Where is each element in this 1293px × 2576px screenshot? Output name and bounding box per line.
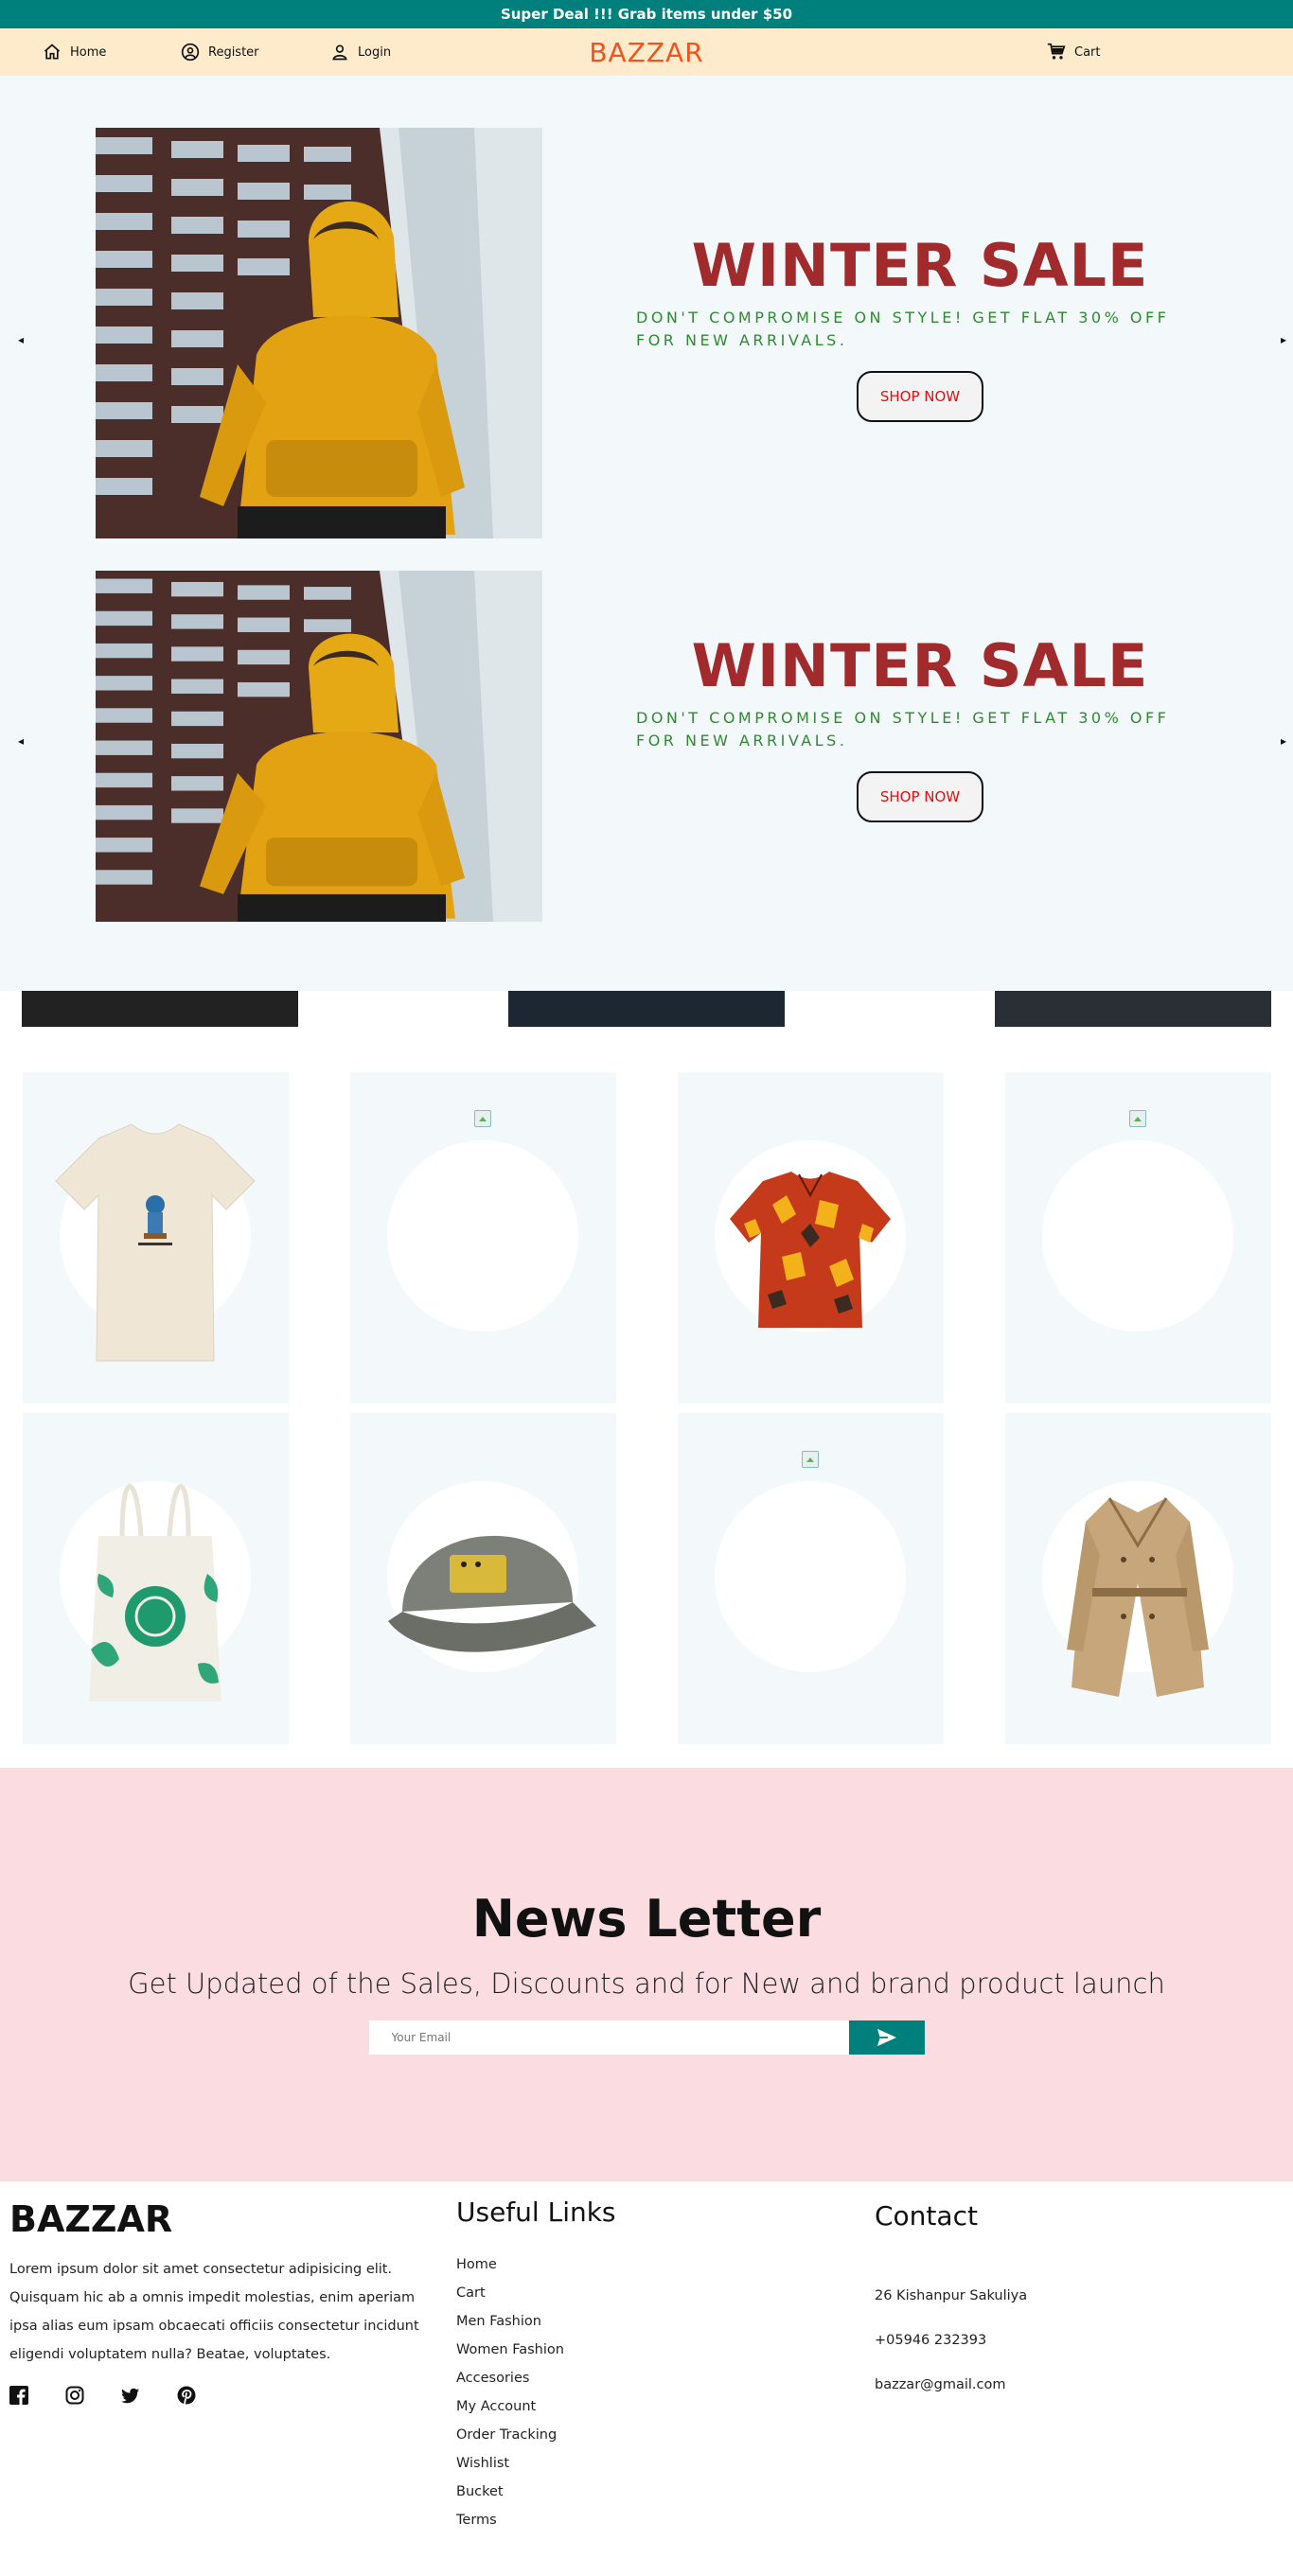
footer-brand: BAZZAR <box>9 2198 173 2240</box>
newsletter-subtitle: Get Updated of the Sales, Discounts and … <box>128 1967 1165 2000</box>
nav-login-label: Login <box>358 44 392 60</box>
nav-cart[interactable]: Cart <box>1047 28 1101 76</box>
footer-link-accessories[interactable]: Accesories <box>456 2364 616 2392</box>
broken-image-icon <box>802 1451 819 1468</box>
product-card[interactable] <box>678 1072 944 1403</box>
broken-image-icon <box>1129 1110 1146 1127</box>
hero-carousel: WINTER SALE Don't compromise on style! G… <box>0 76 1293 991</box>
footer-link-cart[interactable]: Cart <box>456 2279 616 2307</box>
pinterest-icon[interactable] <box>177 2386 196 2405</box>
product-grid <box>0 1027 1293 1744</box>
footer-link-women-fashion[interactable]: Women Fashion <box>456 2336 616 2364</box>
user-icon <box>332 44 347 61</box>
product-card[interactable] <box>678 1413 944 1744</box>
nav-cart-label: Cart <box>1074 44 1101 60</box>
carousel-prev-arrow-icon[interactable]: ◂ <box>13 733 28 749</box>
cart-icon <box>1047 43 1066 60</box>
carousel-prev-arrow-icon[interactable]: ◂ <box>13 332 28 347</box>
hero-text: WINTER SALE Don't compromise on style! G… <box>636 637 1204 822</box>
footer-links-list: Home Cart Men Fashion Women Fashion Acce… <box>456 2250 616 2534</box>
promo-banner: Super Deal !!! Grab items under $50 <box>0 0 1293 28</box>
hero-title: WINTER SALE <box>691 631 1149 700</box>
send-icon <box>877 2028 896 2047</box>
footer-contact-title: Contact <box>875 2200 978 2232</box>
product-backdrop <box>715 1481 906 1672</box>
footer-link-bucket[interactable]: Bucket <box>456 2478 616 2506</box>
footer-link-order-tracking[interactable]: Order Tracking <box>456 2421 616 2449</box>
subscribe-button[interactable] <box>848 2020 925 2055</box>
email-field[interactable] <box>368 2020 849 2055</box>
hero-subtitle: Don't compromise on style! Get flat 30% … <box>636 309 1170 349</box>
footer: BAZZAR Lorem ipsum dolor sit amet consec… <box>0 2181 1293 2541</box>
contact-email: bazzar@gmail.com <box>875 2377 1006 2392</box>
footer-contact-column: Contact 26 Kishanpur Sakuliya +05946 232… <box>875 2200 1027 2392</box>
product-backdrop <box>1042 1140 1233 1332</box>
footer-link-home[interactable]: Home <box>456 2250 616 2279</box>
hawaiian-shirt-image <box>730 1172 891 1328</box>
shop-now-button[interactable]: SHOP NOW <box>857 371 983 422</box>
broken-image-icon <box>474 1110 491 1127</box>
hoodie-model-photo <box>96 571 542 922</box>
home-icon <box>44 44 61 60</box>
product-card[interactable] <box>1005 1413 1271 1744</box>
hero-image <box>96 128 542 538</box>
product-backdrop <box>387 1140 578 1332</box>
nav-home-label: Home <box>70 44 107 60</box>
category-strip <box>0 991 1293 1027</box>
social-links <box>9 2386 445 2405</box>
hero-slide: WINTER SALE Don't compromise on style! G… <box>0 530 1293 927</box>
product-card[interactable] <box>23 1072 289 1403</box>
twitter-icon[interactable] <box>121 2386 140 2405</box>
footer-link-wishlist[interactable]: Wishlist <box>456 2449 616 2478</box>
footer-link-my-account[interactable]: My Account <box>456 2392 616 2421</box>
trench-coat-image <box>1067 1497 1209 1697</box>
hero-image <box>96 571 542 922</box>
shop-now-button[interactable]: SHOP NOW <box>857 771 983 822</box>
promo-text: Super Deal !!! Grab items under $50 <box>500 6 793 23</box>
tshirt-image <box>55 1123 256 1362</box>
product-card[interactable] <box>350 1072 616 1403</box>
footer-description: Lorem ipsum dolor sit amet consectetur a… <box>9 2262 419 2362</box>
footer-link-terms[interactable]: Terms <box>456 2506 616 2534</box>
nav-home[interactable]: Home <box>43 28 106 76</box>
hero-title: WINTER SALE <box>691 231 1149 300</box>
brand-logo[interactable]: BAZZAR <box>589 37 703 68</box>
footer-links-column: Useful Links Home Cart Men Fashion Women… <box>456 2197 616 2534</box>
tote-bag-image <box>89 1484 221 1702</box>
navbar: Home Register Login BAZZAR Cart <box>0 28 1293 76</box>
product-card[interactable] <box>1005 1072 1271 1403</box>
carousel-next-arrow-icon[interactable]: ▸ <box>1276 733 1291 749</box>
hoodie-model-photo <box>96 128 542 538</box>
hero-subtitle: Don't compromise on style! Get flat 30% … <box>636 709 1170 750</box>
category-image[interactable] <box>995 991 1271 1027</box>
cap-image <box>388 1535 596 1652</box>
contact-address: 26 Kishanpur Sakuliya <box>875 2288 1028 2303</box>
newsletter-section: News Letter Get Updated of the Sales, Di… <box>0 1768 1293 2181</box>
category-image[interactable] <box>22 991 298 1027</box>
hero-text: WINTER SALE Don't compromise on style! G… <box>636 237 1204 422</box>
facebook-icon[interactable] <box>9 2386 28 2405</box>
nav-login[interactable]: Login <box>330 28 391 76</box>
nav-register[interactable]: Register <box>181 28 259 76</box>
newsletter-title: News Letter <box>471 1889 822 1949</box>
user-circle-icon <box>181 43 200 62</box>
contact-phone: +05946 232393 <box>875 2333 987 2348</box>
product-card[interactable] <box>23 1413 289 1744</box>
footer-links-title: Useful Links <box>456 2197 616 2228</box>
footer-link-men-fashion[interactable]: Men Fashion <box>456 2307 616 2336</box>
nav-register-label: Register <box>208 44 259 60</box>
hero-slide: WINTER SALE Don't compromise on style! G… <box>0 76 1293 538</box>
newsletter-form <box>368 2020 925 2055</box>
category-image[interactable] <box>508 991 785 1027</box>
product-card[interactable] <box>350 1413 616 1744</box>
footer-brand-column: BAZZAR Lorem ipsum dolor sit amet consec… <box>9 2198 445 2405</box>
instagram-icon[interactable] <box>65 2386 84 2405</box>
carousel-next-arrow-icon[interactable]: ▸ <box>1276 332 1291 347</box>
